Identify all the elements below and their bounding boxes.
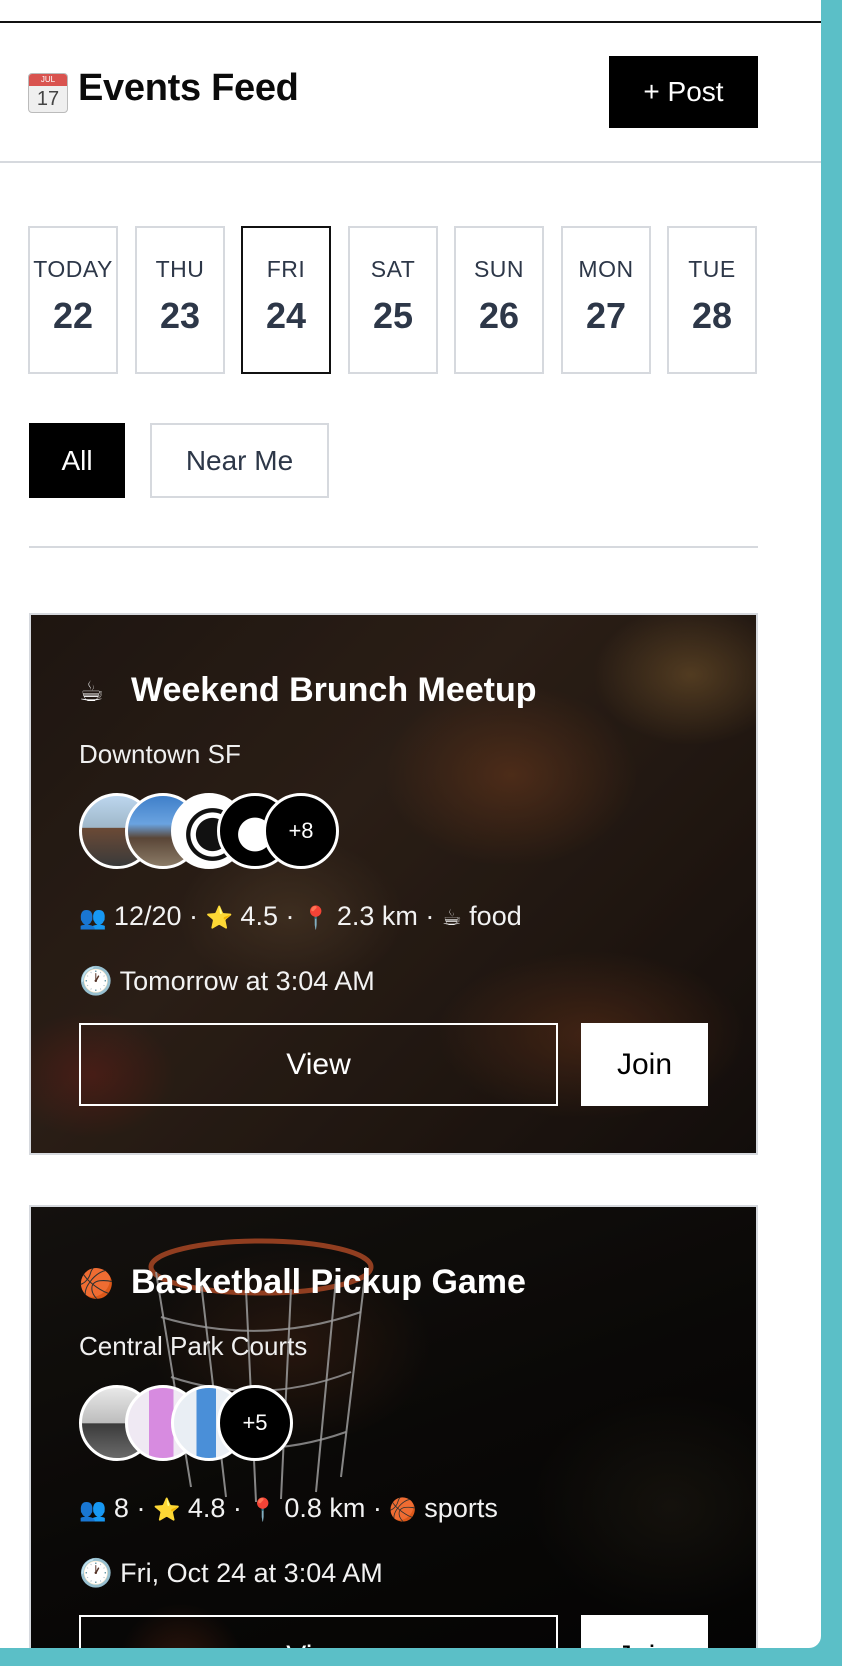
event-time-text: Fri, Oct 24 at 3:04 AM xyxy=(120,1558,383,1588)
event-card[interactable]: 🏀 Basketball Pickup Game Central Park Cou… xyxy=(29,1205,758,1648)
header: JUL 17 Events Feed + Post xyxy=(0,23,821,163)
event-meta: 👥 12/20 · ⭐ 4.5 · 📍 2.3 km · ☕ food xyxy=(79,901,522,931)
event-time-text: Tomorrow at 3:04 AM xyxy=(119,966,375,996)
day-tab-thu[interactable]: THU 23 xyxy=(135,226,225,374)
event-card-body: 🏀 Basketball Pickup Game Central Park Cou… xyxy=(79,1207,708,1648)
day-name: TODAY xyxy=(33,256,113,282)
filter-all-chip[interactable]: All xyxy=(29,423,125,498)
event-time: 🕐 Fri, Oct 24 at 3:04 AM xyxy=(79,1557,383,1589)
day-number: 26 xyxy=(478,295,520,336)
calendar-icon-month: JUL xyxy=(29,74,67,86)
day-number: 28 xyxy=(691,295,733,336)
category-icon: 🏀 xyxy=(389,1497,417,1522)
view-button[interactable]: View xyxy=(79,1615,558,1648)
rating: 4.8 xyxy=(187,1493,226,1523)
post-button[interactable]: + Post xyxy=(609,56,758,128)
event-title: 🏀 Basketball Pickup Game xyxy=(79,1263,526,1302)
attendee-count: 12/20 xyxy=(113,901,182,931)
event-location: Central Park Courts xyxy=(79,1331,308,1361)
day-number: 27 xyxy=(585,295,627,336)
pin-icon: 📍 xyxy=(301,905,330,930)
event-title-text: Weekend Brunch Meetup xyxy=(131,671,537,709)
page-title: Events Feed xyxy=(78,67,299,109)
day-name: MON xyxy=(578,256,634,282)
app-panel: JUL 17 Events Feed + Post TODAY 22 THU 2… xyxy=(0,0,821,1648)
avatars-more-count: +8 xyxy=(263,793,339,869)
basketball-icon: 🏀 xyxy=(79,1268,114,1299)
day-tab-mon[interactable]: MON 27 xyxy=(561,226,651,374)
filter-near-me-chip[interactable]: Near Me xyxy=(150,423,329,498)
day-name: THU xyxy=(155,256,205,282)
star-icon: ⭐ xyxy=(205,905,233,930)
clock-icon: 🕐 xyxy=(79,966,113,996)
day-name: FRI xyxy=(266,256,306,282)
pin-icon: 📍 xyxy=(249,1497,277,1522)
event-location: Downtown SF xyxy=(79,739,241,769)
event-title: ☕ Weekend Brunch Meetup xyxy=(79,671,537,710)
section-divider xyxy=(29,546,758,548)
distance: 0.8 km xyxy=(284,1493,366,1523)
view-button[interactable]: View xyxy=(79,1023,558,1106)
avatars-more-count: +5 xyxy=(217,1385,293,1461)
day-name: TUE xyxy=(688,256,736,282)
people-icon: 👥 xyxy=(79,905,107,930)
people-icon: 👥 xyxy=(79,1497,107,1522)
attendee-count: 8 xyxy=(113,1493,129,1523)
event-time: 🕐 Tomorrow at 3:04 AM xyxy=(79,965,375,997)
clock-icon: 🕐 xyxy=(79,1558,113,1588)
day-tab-fri[interactable]: FRI 24 xyxy=(241,226,331,374)
event-card[interactable]: ☕ Weekend Brunch Meetup Downtown SF +8 👥 … xyxy=(29,613,758,1155)
star-icon: ⭐ xyxy=(152,1497,181,1522)
category-icon: ☕ xyxy=(441,905,462,930)
calendar-icon: JUL 17 xyxy=(28,73,68,113)
day-number: 22 xyxy=(52,295,94,336)
day-number: 23 xyxy=(159,295,201,336)
join-button[interactable]: Join xyxy=(581,1615,708,1648)
day-tab-sat[interactable]: SAT 25 xyxy=(348,226,438,374)
calendar-icon-day: 17 xyxy=(36,88,60,110)
day-name: SUN xyxy=(473,256,525,282)
day-name: SAT xyxy=(370,256,416,282)
event-meta: 👥 8 · ⭐ 4.8 · 📍 0.8 km · 🏀 sports xyxy=(79,1493,498,1523)
day-selector: TODAY 22 THU 23 FRI 24 SAT 25 SUN 26 MON… xyxy=(28,226,758,374)
distance: 2.3 km xyxy=(336,901,418,931)
event-title-text: Basketball Pickup Game xyxy=(131,1263,526,1301)
category: food xyxy=(469,901,522,931)
event-card-body: ☕ Weekend Brunch Meetup Downtown SF +8 👥 … xyxy=(79,615,708,1153)
join-button[interactable]: Join xyxy=(581,1023,708,1106)
day-number: 24 xyxy=(265,295,307,336)
day-number: 25 xyxy=(372,295,414,336)
rating: 4.5 xyxy=(240,901,278,931)
category: sports xyxy=(424,1493,498,1523)
day-tab-today[interactable]: TODAY 22 xyxy=(28,226,118,374)
day-tab-tue[interactable]: TUE 28 xyxy=(667,226,757,374)
coffee-icon: ☕ xyxy=(79,676,105,707)
day-tab-sun[interactable]: SUN 26 xyxy=(454,226,544,374)
